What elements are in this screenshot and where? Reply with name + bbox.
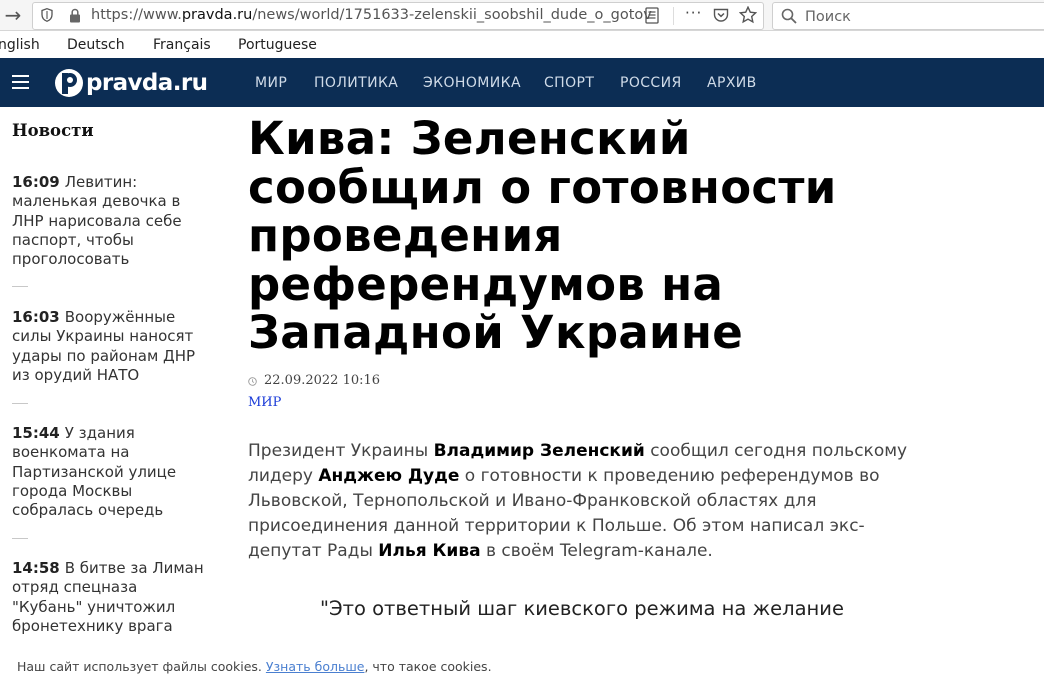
browser-toolbar: → https://www.pravda.ru/news/world/17516… bbox=[0, 0, 1044, 31]
news-item[interactable]: 16:03 Вооружённые силы Украины наносят уд… bbox=[12, 308, 212, 385]
more-actions-icon[interactable]: ··· bbox=[685, 4, 705, 26]
news-divider bbox=[12, 286, 28, 287]
person-name: Владимир Зеленский bbox=[433, 441, 645, 461]
sidebar-title: Новости bbox=[12, 121, 94, 140]
news-item[interactable]: 16:09 Левитин: маленькая девочка в ЛНР на… bbox=[12, 173, 212, 269]
lang-portuguese[interactable]: Portuguese bbox=[238, 37, 317, 53]
site-logo[interactable]: pravda.ru bbox=[54, 67, 208, 99]
lang-deutsch[interactable]: Deutsch bbox=[67, 37, 125, 53]
url-separator bbox=[673, 7, 674, 25]
news-sidebar: Новости 16:09 Левитин: маленькая девочка … bbox=[0, 107, 222, 647]
reader-view-icon[interactable] bbox=[645, 7, 659, 24]
site-header: pravda.ru МИР ПОЛИТИКА ЭКОНОМИКА СПОРТ Р… bbox=[0, 58, 1044, 107]
news-item[interactable]: 14:58 В битве за Лиман отряд спецназа "Ку… bbox=[12, 559, 212, 636]
cookie-banner: Наш сайт использует файлы cookies. Узнат… bbox=[0, 640, 1044, 694]
cookie-learn-more-link[interactable]: Узнать больше bbox=[266, 659, 365, 674]
pravda-logo-icon bbox=[55, 69, 83, 97]
nav-economy[interactable]: ЭКОНОМИКА bbox=[423, 75, 521, 91]
news-divider bbox=[12, 403, 28, 404]
clock-icon bbox=[248, 377, 257, 386]
nav-world[interactable]: МИР bbox=[255, 75, 287, 91]
news-time: 16:03 bbox=[12, 308, 60, 326]
article-lead: Президент Украины Владимир Зеленский соо… bbox=[248, 441, 908, 561]
shield-icon[interactable] bbox=[41, 8, 53, 22]
search-icon bbox=[781, 8, 797, 24]
lang-francais[interactable]: Français bbox=[153, 37, 211, 53]
pocket-icon[interactable] bbox=[713, 8, 729, 23]
news-item[interactable]: 15:44 У здания военкомата на Партизанской… bbox=[12, 424, 212, 520]
person-name: Анджею Дуде bbox=[318, 466, 460, 486]
news-time: 16:09 bbox=[12, 173, 60, 191]
person-name: Илья Кива bbox=[378, 541, 481, 561]
cookie-text: Наш сайт использует файлы cookies. Узнат… bbox=[17, 659, 492, 674]
nav-archive[interactable]: АРХИВ bbox=[707, 75, 757, 91]
url-prefix: https://www. bbox=[91, 7, 182, 23]
back-arrow-icon[interactable]: → bbox=[0, 2, 26, 28]
language-bar: nglish Deutsch Français Portuguese bbox=[0, 31, 1044, 58]
lock-icon[interactable] bbox=[69, 8, 81, 23]
article-headline: Кива: Зеленский сообщил о готовности про… bbox=[248, 112, 837, 360]
search-box[interactable] bbox=[772, 2, 1044, 30]
url-path: /news/world/1751633-zelenskii_soobshil_d… bbox=[252, 7, 652, 23]
news-time: 15:44 bbox=[12, 424, 60, 442]
article-category-link[interactable]: МИР bbox=[248, 395, 281, 410]
hamburger-menu-icon[interactable] bbox=[12, 75, 29, 89]
nav-russia[interactable]: РОССИЯ bbox=[620, 75, 682, 91]
url-text[interactable]: https://www.pravda.ru/news/world/1751633… bbox=[91, 7, 671, 23]
lang-english[interactable]: nglish bbox=[0, 37, 40, 53]
logo-text: pravda.ru bbox=[86, 70, 208, 96]
article-date: 22.09.2022 10:16 bbox=[264, 373, 381, 388]
news-divider bbox=[12, 538, 28, 539]
nav-sport[interactable]: СПОРТ bbox=[544, 75, 594, 91]
bookmark-star-icon[interactable] bbox=[739, 6, 757, 24]
url-host: pravda.ru bbox=[181, 7, 253, 23]
url-bar[interactable]: https://www.pravda.ru/news/world/1751633… bbox=[32, 2, 764, 30]
nav-politics[interactable]: ПОЛИТИКА bbox=[314, 75, 398, 91]
news-time: 14:58 bbox=[12, 559, 60, 577]
article-quote: "Это ответный шаг киевского режима на же… bbox=[320, 597, 844, 620]
search-input[interactable] bbox=[803, 6, 1037, 27]
